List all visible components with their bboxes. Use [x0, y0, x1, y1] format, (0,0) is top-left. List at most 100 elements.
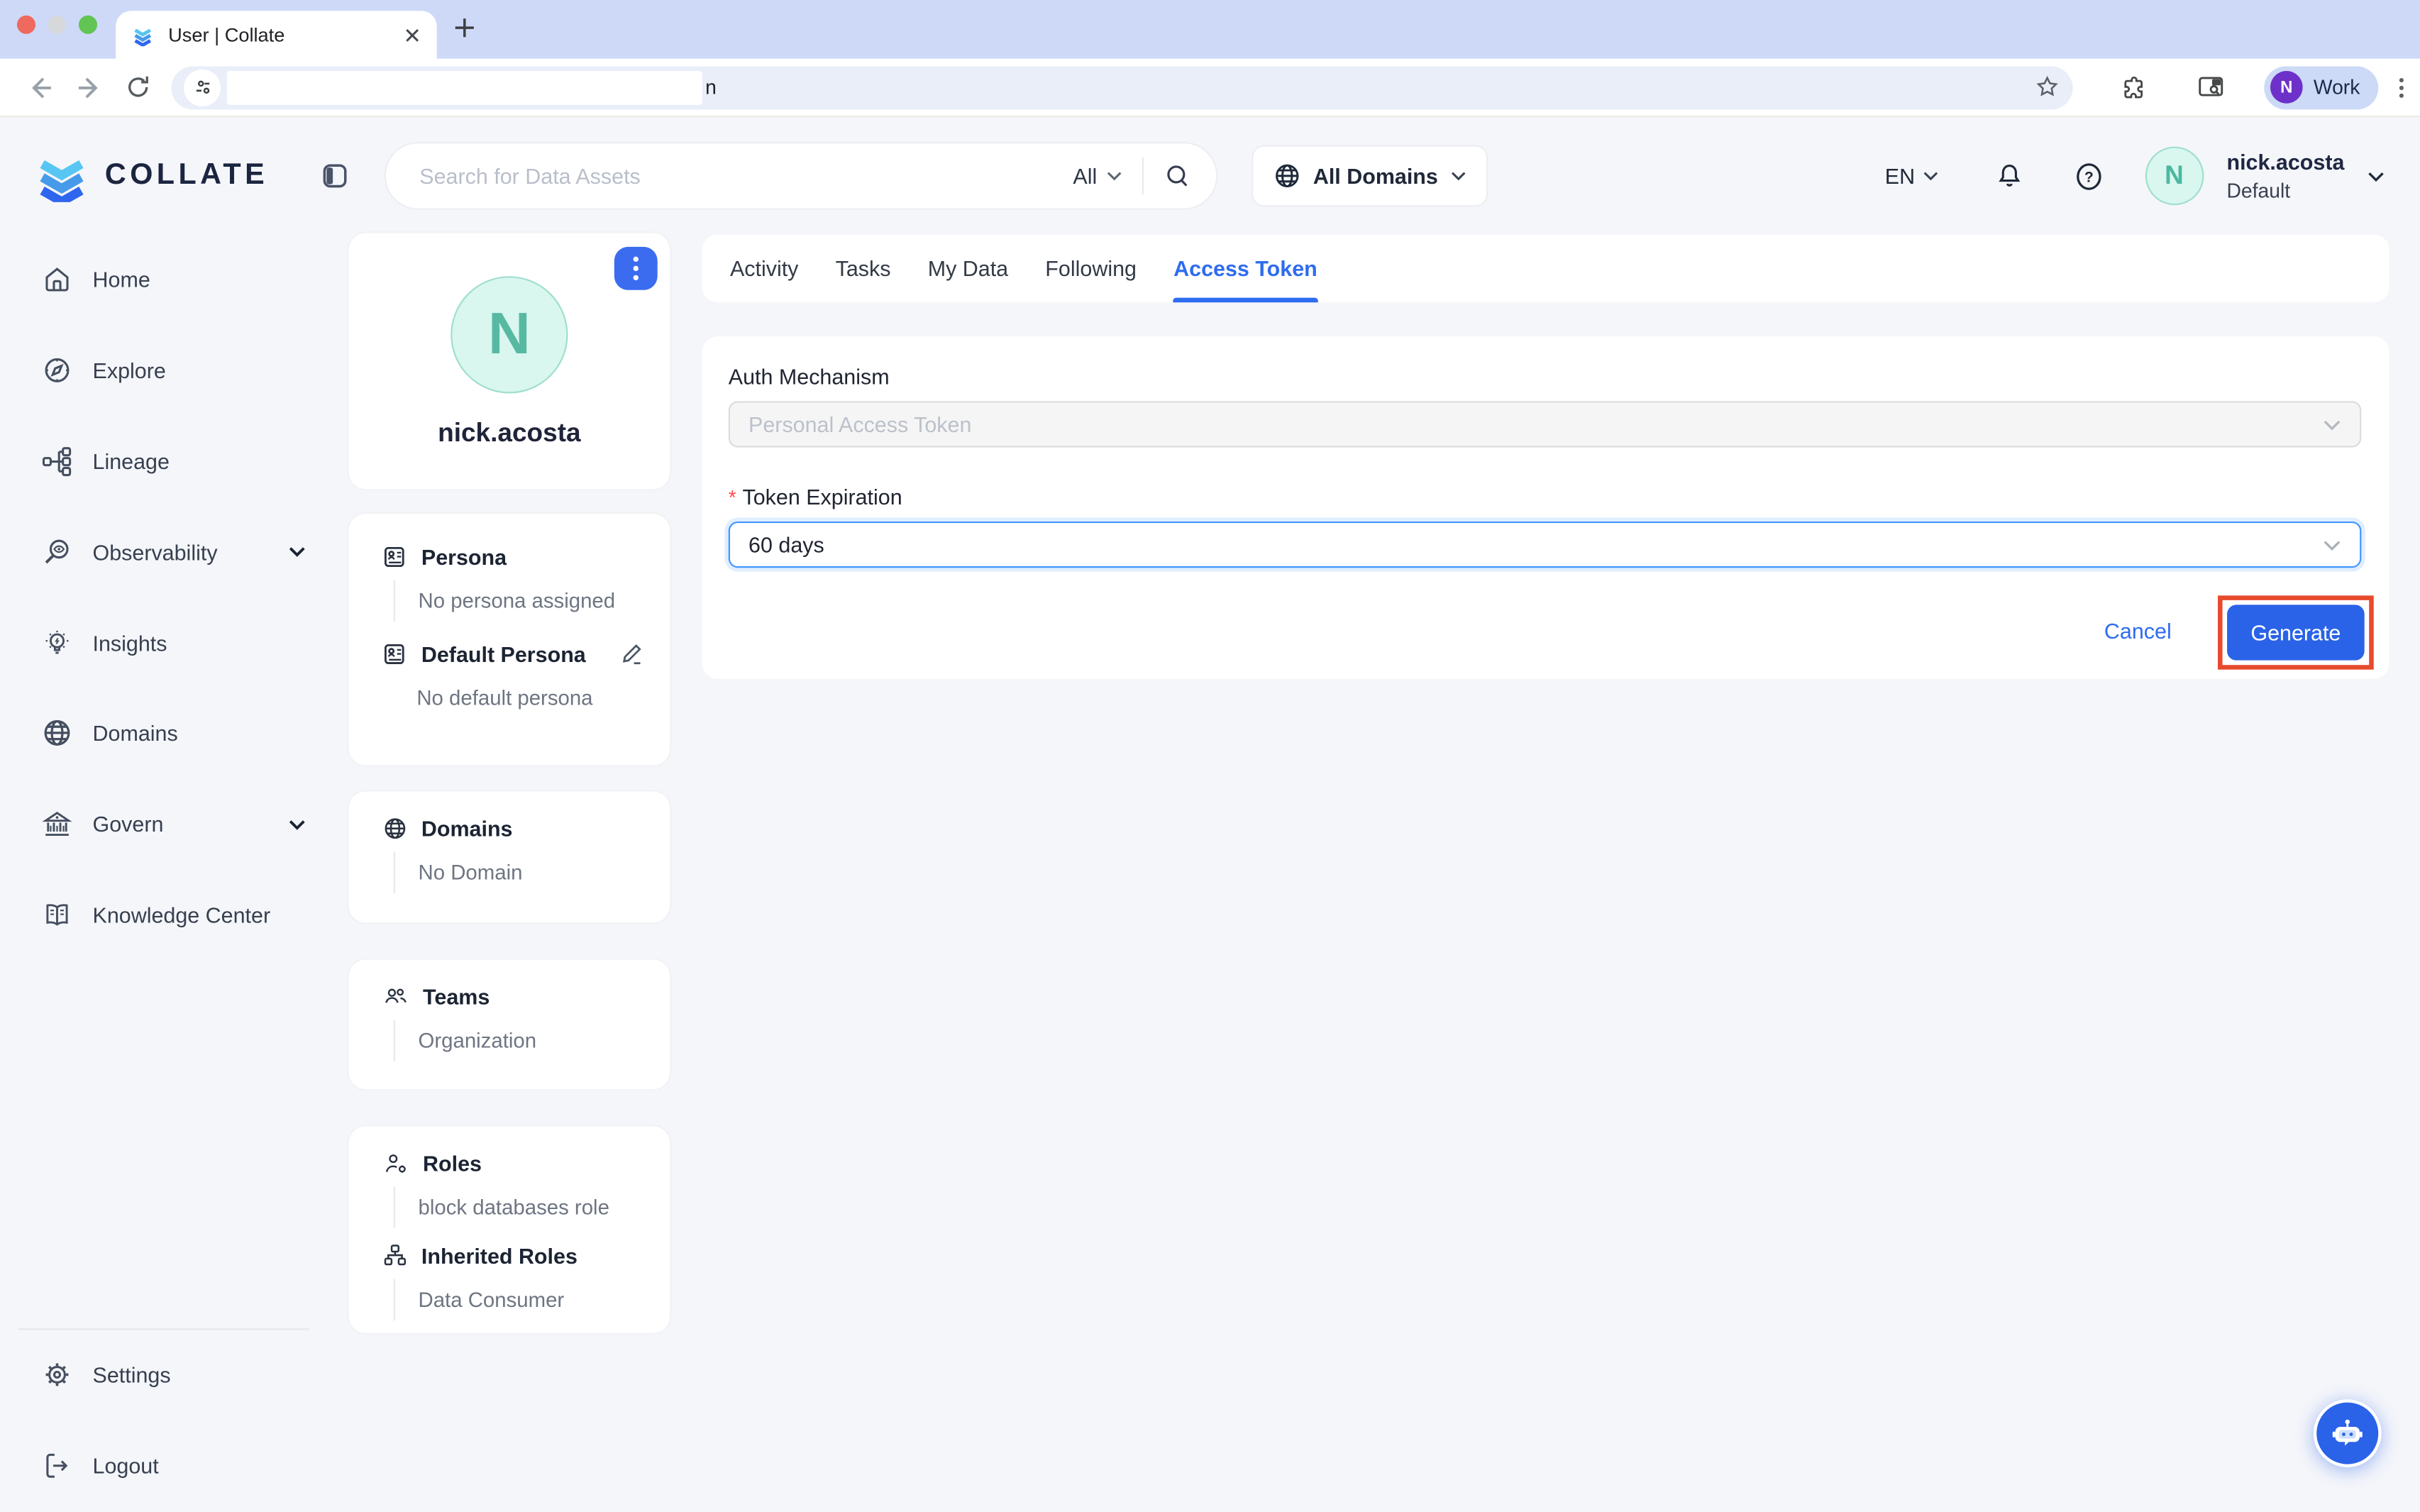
reload-icon[interactable] — [125, 74, 151, 100]
auth-mechanism-select[interactable]: Personal Access Token — [729, 401, 2362, 447]
bookmark-star-icon[interactable] — [2034, 74, 2060, 100]
url-redaction — [227, 70, 702, 104]
sidebar-item-home[interactable]: Home — [0, 235, 327, 326]
browser-tab-strip: User | Collate ✕ — [0, 0, 2420, 59]
back-icon[interactable] — [26, 73, 54, 101]
header-right: EN ? N nick.acosta Default — [1885, 147, 2420, 206]
extensions-puzzle-icon[interactable] — [2119, 73, 2147, 101]
reading-mode-icon[interactable] — [2197, 72, 2226, 101]
search-scope-dropdown[interactable]: All — [1073, 163, 1122, 188]
generate-button[interactable]: Generate — [2227, 605, 2365, 660]
home-icon — [42, 265, 73, 295]
token-expiration-select[interactable]: 60 days — [729, 522, 2362, 568]
search-divider — [1142, 158, 1143, 194]
tab-activity[interactable]: Activity — [730, 235, 798, 303]
sidebar-item-lineage[interactable]: Lineage — [0, 416, 327, 507]
site-settings-icon[interactable] — [184, 69, 221, 106]
sidebar-item-logout[interactable]: Logout — [18, 1420, 309, 1511]
chevron-down-icon — [2323, 539, 2341, 550]
notifications-bell-icon[interactable] — [1994, 160, 2025, 192]
sidebar-item-settings[interactable]: Settings — [18, 1330, 309, 1420]
compass-icon — [42, 355, 73, 386]
brand-name: COLLATE — [105, 159, 268, 193]
tab-my-data[interactable]: My Data — [928, 235, 1008, 303]
sidebar-toggle-icon[interactable] — [321, 162, 348, 189]
browser-tab[interactable]: User | Collate ✕ — [116, 11, 436, 58]
search-icon[interactable] — [1164, 162, 1191, 189]
tab-access-token[interactable]: Access Token — [1173, 235, 1317, 303]
chevron-down-icon — [2367, 170, 2385, 181]
auth-mechanism-value: Personal Access Token — [748, 412, 971, 437]
search-input[interactable] — [416, 162, 1073, 189]
cancel-button[interactable]: Cancel — [2104, 619, 2172, 644]
tab-title: User | Collate — [168, 24, 403, 45]
user-name: nick.acosta — [2226, 148, 2344, 177]
required-marker: * — [729, 486, 736, 509]
teams-card: Teams Organization — [347, 958, 671, 1091]
tab-close-icon[interactable]: ✕ — [403, 24, 421, 45]
globe-icon — [1273, 162, 1300, 189]
edit-pencil-icon[interactable] — [619, 642, 643, 667]
default-persona-value: No default persona — [394, 678, 648, 719]
lineage-icon — [42, 446, 73, 476]
language-value: EN — [1885, 163, 1915, 188]
close-window-button[interactable] — [17, 16, 35, 34]
minimize-window-button[interactable] — [48, 16, 66, 34]
sidebar-item-domains[interactable]: Domains — [0, 688, 327, 779]
help-icon[interactable]: ? — [2072, 160, 2105, 192]
all-domains-filter[interactable]: All Domains — [1252, 145, 1488, 206]
user-card-menu-button[interactable] — [614, 247, 658, 290]
browser-profile-chip[interactable]: N Work — [2264, 65, 2378, 109]
browser-toolbar: n N Work — [0, 59, 2420, 118]
sidebar-item-govern[interactable]: Govern — [0, 779, 327, 870]
auth-mechanism-label: Auth Mechanism — [729, 364, 890, 389]
sidebar-footer: Settings Logout — [18, 1328, 309, 1511]
sidebar-item-insights[interactable]: Insights — [0, 597, 327, 688]
persona-card-icon — [382, 545, 407, 570]
book-icon — [42, 900, 73, 930]
inherited-roles-tree-icon — [382, 1244, 407, 1269]
chevron-down-icon — [1923, 171, 1938, 180]
app-header: COLLATE All All Domains EN — [0, 117, 2420, 234]
sidebar-item-knowledge-center[interactable]: Knowledge Center — [0, 869, 327, 960]
inherited-roles-header: Inherited Roles — [382, 1244, 648, 1269]
roles-card: Roles block databases role Inherited Rol… — [347, 1125, 671, 1335]
chevron-down-icon — [289, 546, 306, 557]
insights-icon — [42, 627, 73, 658]
domains-value: No Domain — [394, 851, 648, 893]
user-avatar: N — [2145, 147, 2204, 206]
chatbot-button[interactable] — [2314, 1399, 2382, 1467]
inherited-roles-value: Data Consumer — [394, 1279, 648, 1321]
window-controls[interactable] — [17, 16, 97, 34]
user-role: Default — [2226, 177, 2344, 204]
all-domains-label: All Domains — [1313, 163, 1438, 188]
collate-logo[interactable]: COLLATE — [34, 150, 268, 202]
robot-icon — [2327, 1413, 2367, 1454]
teams-value: Organization — [394, 1020, 648, 1061]
collate-favicon — [131, 24, 155, 45]
domains-card: Domains No Domain — [347, 790, 671, 924]
user-menu[interactable]: N nick.acosta Default — [2145, 147, 2385, 206]
forward-icon[interactable] — [76, 73, 104, 101]
browser-menu-icon[interactable] — [2389, 75, 2414, 99]
url-bar[interactable]: n — [171, 65, 2072, 109]
new-tab-button[interactable] — [449, 12, 480, 43]
chevron-down-icon — [289, 819, 306, 829]
token-expiration-value: 60 days — [748, 532, 824, 557]
tab-following[interactable]: Following — [1045, 235, 1137, 303]
persona-card-icon — [382, 642, 407, 667]
collate-logo-icon — [34, 150, 89, 202]
browser-profile-avatar: N — [2270, 71, 2303, 104]
language-dropdown[interactable]: EN — [1885, 163, 1938, 188]
persona-header: Persona — [382, 545, 648, 570]
chevron-down-icon — [1450, 171, 1466, 180]
sidebar-item-explore[interactable]: Explore — [0, 325, 327, 416]
global-search-bar[interactable]: All — [384, 142, 1217, 210]
svg-text:?: ? — [2084, 169, 2093, 185]
sidebar-item-observability[interactable]: Observability — [0, 507, 327, 597]
tab-tasks[interactable]: Tasks — [836, 235, 891, 303]
chevron-down-icon — [1106, 171, 1122, 180]
roles-person-gear-icon — [382, 1151, 409, 1176]
maximize-window-button[interactable] — [79, 16, 97, 34]
sidebar: Home Explore Lineage Observability — [0, 235, 327, 1512]
